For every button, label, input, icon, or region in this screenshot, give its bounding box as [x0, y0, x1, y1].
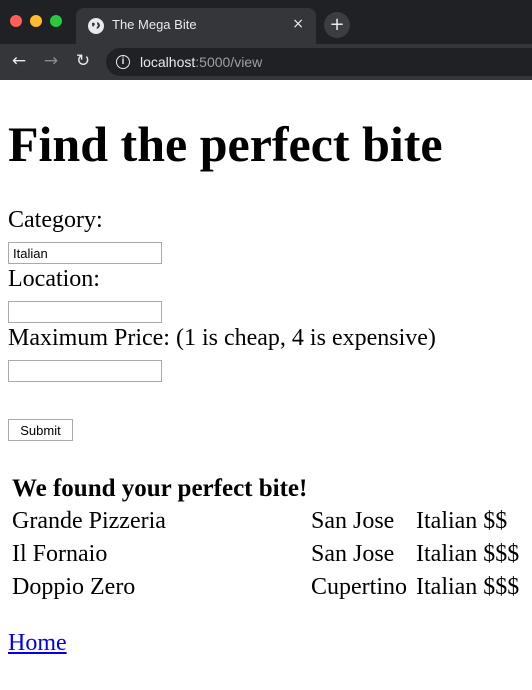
back-arrow-icon[interactable]: ← — [8, 50, 30, 72]
forward-arrow-icon[interactable]: → — [40, 50, 62, 72]
reload-icon[interactable]: ↻ — [72, 50, 94, 72]
location-label: Location: — [8, 266, 100, 292]
info-icon[interactable]: i — [116, 55, 130, 69]
close-tab-icon[interactable]: × — [292, 16, 304, 32]
result-location: San Jose — [311, 508, 395, 534]
url-text: localhost:5000/view — [140, 54, 263, 70]
category-label: Category: — [8, 207, 103, 233]
result-category-price: Italian $$$ — [416, 574, 520, 600]
result-location: Cupertino — [311, 574, 407, 600]
address-bar[interactable]: i localhost:5000/view — [106, 48, 532, 76]
home-link[interactable]: Home — [8, 629, 67, 657]
browser-tab[interactable]: The Mega Bite × — [76, 8, 316, 44]
result-name: Doppio Zero — [12, 574, 136, 600]
max-price-label: Maximum Price: (1 is cheap, 4 is expensi… — [8, 325, 436, 351]
result-name: Il Fornaio — [12, 541, 108, 567]
tab-title: The Mega Bite — [112, 17, 197, 32]
max-price-input[interactable] — [8, 360, 162, 382]
minimize-window-button[interactable] — [30, 15, 42, 27]
result-name: Grande Pizzeria — [12, 508, 166, 534]
result-row: Grande Pizzeria San Jose Italian $$ — [12, 507, 532, 537]
location-input[interactable] — [8, 301, 162, 323]
submit-button[interactable]: Submit — [8, 419, 73, 441]
close-window-button[interactable] — [10, 15, 22, 27]
result-category-price: Italian $$$ — [416, 541, 520, 567]
globe-icon — [88, 18, 104, 34]
browser-tab-bar: The Mega Bite × + — [0, 0, 532, 44]
maximize-window-button[interactable] — [50, 15, 62, 27]
results-heading: We found your perfect bite! — [12, 475, 308, 502]
result-category-price: Italian $$ — [416, 508, 508, 534]
result-row: Doppio Zero Cupertino Italian $$$ — [12, 573, 532, 603]
new-tab-button[interactable]: + — [324, 12, 350, 38]
category-input[interactable] — [8, 242, 162, 264]
result-row: Il Fornaio San Jose Italian $$$ — [12, 540, 532, 570]
page-title: Find the perfect bite — [8, 116, 443, 172]
browser-toolbar: ← → ↻ i localhost:5000/view — [0, 44, 532, 80]
result-location: San Jose — [311, 541, 395, 567]
